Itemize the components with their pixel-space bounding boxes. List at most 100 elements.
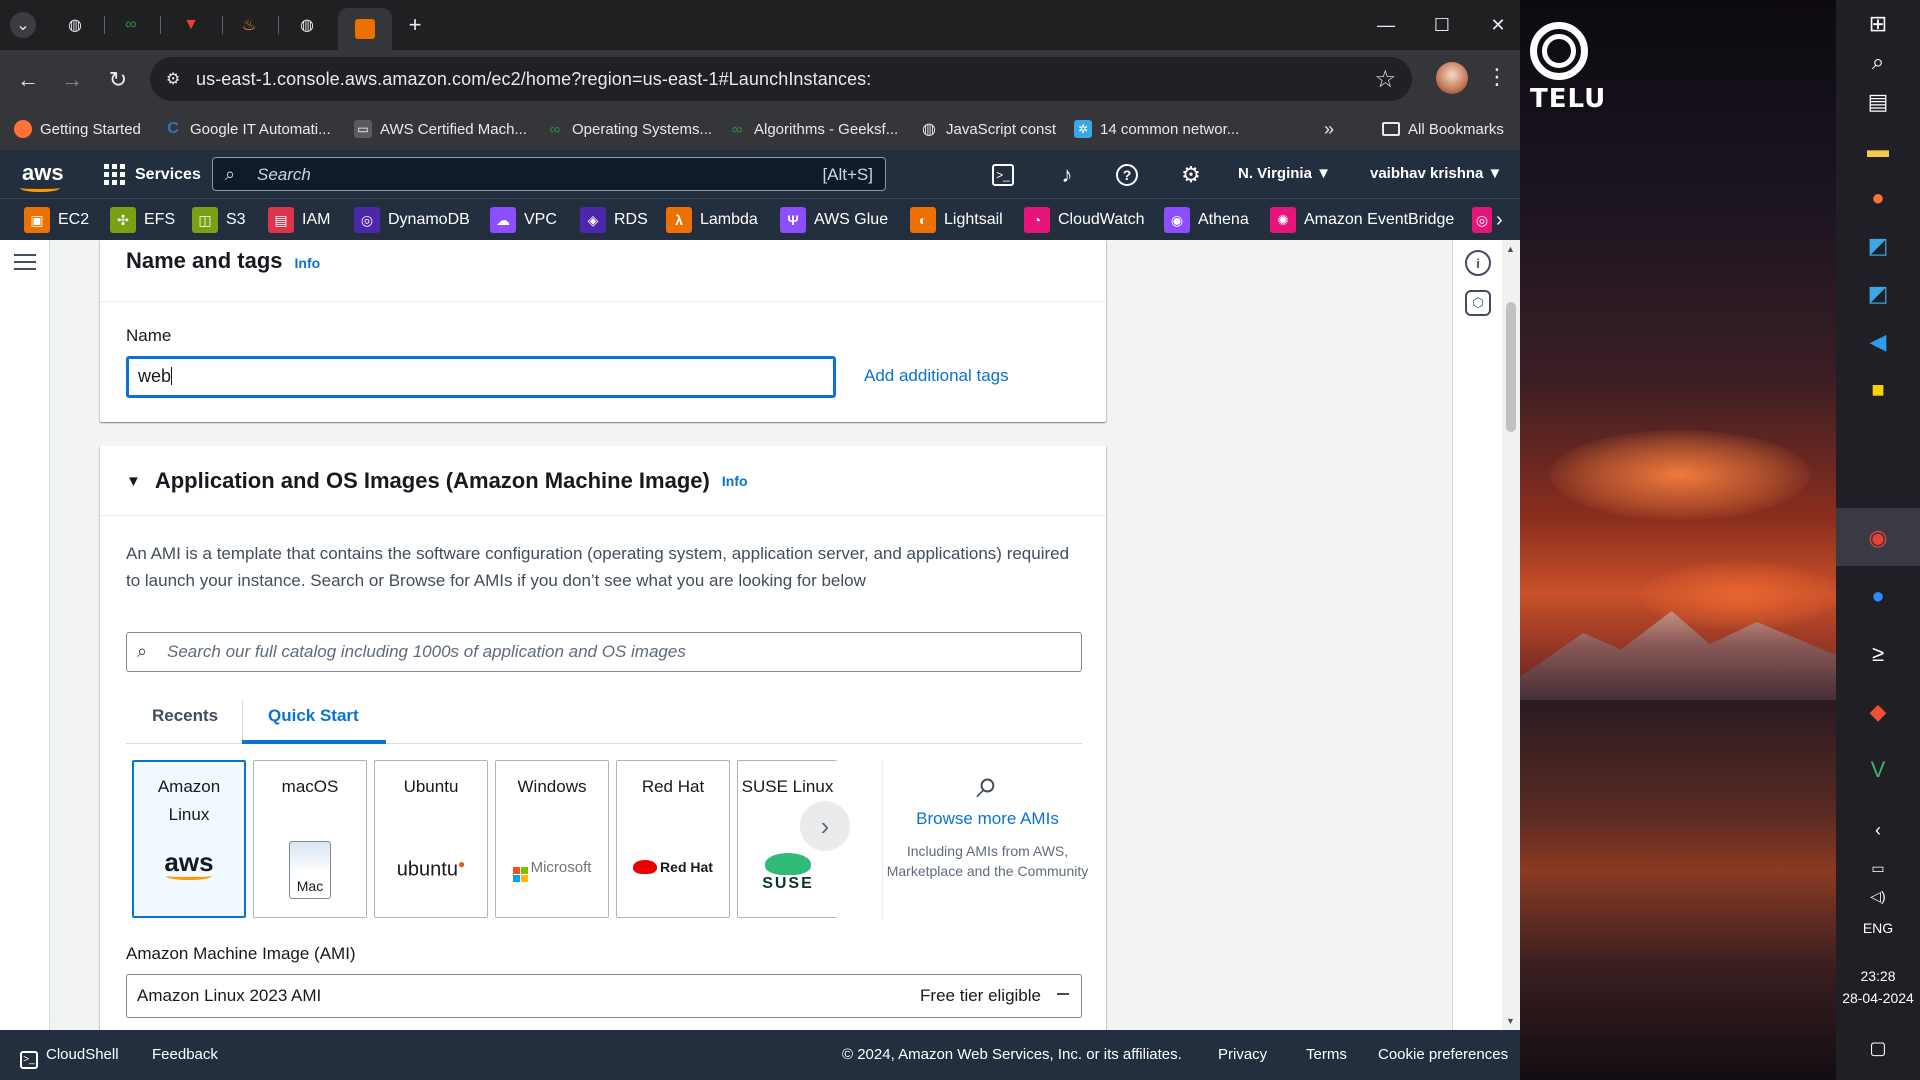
- feedback-link[interactable]: Feedback: [152, 1046, 218, 1063]
- ami-tile-ubuntu[interactable]: Ubuntu ubuntu●: [374, 760, 488, 918]
- browse-more-amis-link[interactable]: Browse more AMIs: [883, 809, 1092, 829]
- browse-more-amis[interactable]: ⌕ Browse more AMIs Including AMIs from A…: [882, 760, 1092, 920]
- back-icon[interactable]: ←: [12, 64, 44, 96]
- favorite-lambda[interactable]: λ Lambda: [666, 207, 758, 233]
- privacy-link[interactable]: Privacy: [1218, 1046, 1267, 1063]
- cookie-preferences-link[interactable]: Cookie preferences: [1378, 1046, 1508, 1063]
- ami-tile-amazon-linux[interactable]: Amazon Linux aws: [132, 760, 246, 918]
- favorite-athena[interactable]: ◉ Athena: [1164, 207, 1249, 233]
- file-explorer-icon[interactable]: ▬: [1858, 130, 1898, 170]
- aws-logo[interactable]: aws: [20, 160, 64, 192]
- favorite-lightsail[interactable]: ◐ Lightsail: [910, 207, 1003, 233]
- search-icon[interactable]: ⌕: [1858, 42, 1898, 82]
- forward-icon[interactable]: →: [56, 64, 88, 96]
- account-menu[interactable]: vaibhav krishna ▼: [1370, 165, 1502, 182]
- favorite-s3[interactable]: ◫ S3: [192, 207, 246, 233]
- feedback-hexagon-icon[interactable]: ⬡: [1465, 290, 1491, 316]
- git-icon[interactable]: ◆: [1858, 692, 1898, 732]
- info-link[interactable]: Info: [722, 473, 748, 489]
- settings-gear-icon[interactable]: ⚙: [1178, 162, 1204, 188]
- bookmark-star-icon[interactable]: ☆: [1374, 65, 1396, 94]
- tab-vivaldi-icon[interactable]: ▼: [178, 12, 204, 38]
- sticky-notes-icon[interactable]: ■: [1858, 370, 1898, 410]
- close-icon[interactable]: ✕: [1478, 10, 1518, 40]
- caret-down-icon[interactable]: ▼: [126, 473, 141, 490]
- tab-globe-icon[interactable]: ◍: [294, 12, 320, 38]
- clock-time[interactable]: 23:28: [1836, 968, 1920, 984]
- language-indicator[interactable]: ENG: [1836, 920, 1920, 936]
- ami-tile-windows[interactable]: Windows Microsoft: [495, 760, 609, 918]
- region-selector[interactable]: N. Virginia ▼: [1238, 165, 1331, 182]
- bookmark-item[interactable]: ◍ JavaScript const: [920, 117, 1056, 141]
- info-link[interactable]: Info: [295, 255, 321, 271]
- menu-icon[interactable]: ⋮: [1486, 64, 1508, 90]
- windows-start-icon[interactable]: ⊞: [1858, 4, 1898, 44]
- bookmark-item[interactable]: ▭ AWS Certified Mach...: [354, 117, 527, 141]
- ami-search-input[interactable]: ⌕ Search our full catalog including 1000…: [126, 632, 1082, 672]
- scroll-up-icon[interactable]: ▲: [1506, 244, 1515, 254]
- mysql-workbench-icon[interactable]: ◩: [1858, 226, 1898, 266]
- favorites-scroll-right-icon[interactable]: ›: [1496, 207, 1503, 233]
- carousel-next-icon[interactable]: ›: [800, 801, 850, 851]
- bookmark-item[interactable]: ✲ 14 common networ...: [1074, 117, 1239, 141]
- volume-icon[interactable]: ◁): [1858, 876, 1898, 916]
- notification-icon[interactable]: ▢: [1858, 1028, 1898, 1068]
- notifications-bell-icon[interactable]: ♪: [1054, 162, 1080, 188]
- scroll-down-icon[interactable]: ▼: [1506, 1016, 1515, 1026]
- bookmark-item[interactable]: ∞ Operating Systems...: [546, 117, 712, 141]
- mysql-workbench-icon[interactable]: ◩: [1858, 274, 1898, 314]
- reload-icon[interactable]: ↻: [102, 64, 134, 96]
- tab-search-icon[interactable]: ⌄: [10, 12, 36, 38]
- favorite-efs[interactable]: ✣ EFS: [110, 207, 175, 233]
- bookmark-item[interactable]: C Google IT Automati...: [164, 117, 330, 141]
- clock-date[interactable]: 28-04-2024: [1836, 990, 1920, 1006]
- tab-globe-icon[interactable]: ◍: [62, 12, 88, 38]
- cloudshell-icon[interactable]: >_: [992, 164, 1014, 186]
- address-text[interactable]: us-east-1.console.aws.amazon.com/ec2/hom…: [196, 69, 871, 90]
- new-tab-icon[interactable]: +: [402, 12, 428, 38]
- address-bar[interactable]: ⚙ us-east-1.console.aws.amazon.com/ec2/h…: [150, 57, 1412, 101]
- hamburger-menu-icon[interactable]: [14, 254, 36, 275]
- favorite-dynamodb[interactable]: ◎ DynamoDB: [354, 207, 470, 233]
- profile-avatar[interactable]: [1436, 62, 1468, 94]
- vscode-icon[interactable]: ◀: [1858, 322, 1898, 362]
- maximize-icon[interactable]: ☐: [1422, 10, 1462, 40]
- zoom-icon[interactable]: ●: [1858, 576, 1898, 616]
- all-bookmarks[interactable]: All Bookmarks: [1382, 117, 1504, 141]
- name-input[interactable]: web: [126, 356, 836, 398]
- favorite-eventbridge[interactable]: ✺ Amazon EventBridge: [1270, 207, 1454, 233]
- cloudshell-link[interactable]: >_ CloudShell: [20, 1046, 119, 1069]
- bookmark-item[interactable]: Getting Started: [14, 117, 141, 141]
- vim-icon[interactable]: V: [1858, 750, 1898, 790]
- favorite-ec2[interactable]: ▣ EC2: [24, 207, 89, 233]
- firefox-icon[interactable]: ●: [1858, 178, 1898, 218]
- scrollbar-thumb[interactable]: [1506, 302, 1516, 432]
- favorite-aws-glue[interactable]: Ψ AWS Glue: [780, 207, 888, 233]
- info-circle-icon[interactable]: i: [1465, 250, 1491, 276]
- favorite-iam[interactable]: ▤ IAM: [268, 207, 330, 233]
- chrome-icon[interactable]: ◉: [1858, 518, 1898, 558]
- bookmark-item[interactable]: ∞ Algorithms - Geeksf...: [728, 117, 899, 141]
- task-view-icon[interactable]: ▤: [1858, 82, 1898, 122]
- minimize-icon[interactable]: —: [1366, 10, 1406, 40]
- tab-aws-active[interactable]: [338, 8, 392, 50]
- favorite-vpc[interactable]: ☁ VPC: [490, 207, 557, 233]
- page-scrollbar[interactable]: ▲ ▼: [1502, 240, 1520, 1030]
- aws-search-input[interactable]: ⌕ Search [Alt+S]: [212, 157, 886, 191]
- tab-quick-start[interactable]: Quick Start: [268, 706, 359, 726]
- ami-tile-macos[interactable]: macOS Mac: [253, 760, 367, 918]
- terms-link[interactable]: Terms: [1306, 1046, 1347, 1063]
- tab-java-icon[interactable]: ♨: [236, 12, 262, 38]
- services-menu[interactable]: Services: [104, 164, 201, 185]
- tab-recents[interactable]: Recents: [152, 706, 218, 726]
- chevron-left-icon[interactable]: ‹: [1858, 810, 1898, 850]
- add-additional-tags-link[interactable]: Add additional tags: [864, 366, 1009, 386]
- bookmarks-overflow-icon[interactable]: »: [1324, 117, 1334, 141]
- powershell-icon[interactable]: ≥: [1858, 634, 1898, 674]
- tab-geeksforgeeks-icon[interactable]: ∞: [118, 12, 144, 38]
- favorite-rds[interactable]: ◈ RDS: [580, 207, 648, 233]
- site-info-icon[interactable]: ⚙: [166, 69, 186, 89]
- help-icon[interactable]: ?: [1116, 164, 1138, 186]
- favorite-cloudwatch[interactable]: ◔ CloudWatch: [1024, 207, 1145, 233]
- ami-select[interactable]: Amazon Linux 2023 AMI Free tier eligible: [126, 974, 1082, 1018]
